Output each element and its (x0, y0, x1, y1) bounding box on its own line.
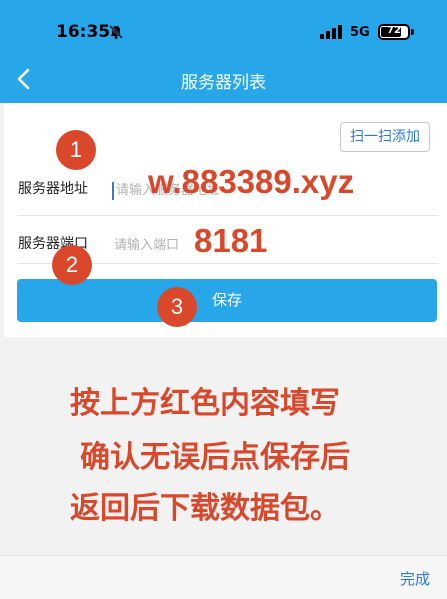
bell-off-icon (109, 25, 123, 39)
battery-tip (411, 29, 414, 35)
step-1-badge: 1 (56, 130, 96, 170)
status-time: 16:35 (56, 22, 111, 42)
page-title: 服务器列表 (181, 73, 266, 93)
app-header: 16:35 5G 72 服务器列表 (0, 0, 447, 103)
divider (18, 215, 438, 216)
status-bar: 16:35 5G 72 (0, 0, 447, 60)
signal-icon (320, 25, 342, 39)
step-2-badge: 2 (52, 245, 92, 285)
instruction-line-1: 按上方红色内容填写 (70, 386, 340, 421)
keyboard-toolbar: 完成 (0, 555, 447, 599)
battery-icon: 72 (378, 24, 410, 40)
done-button[interactable]: 完成 (400, 568, 430, 589)
instruction-line-3: 返回后下载数据包。 (70, 491, 340, 526)
scan-add-button[interactable]: 扫一扫添加 (340, 122, 430, 152)
text-cursor (112, 181, 114, 200)
server-address-label: 服务器地址 (18, 181, 88, 197)
instruction-line-2: 确认无误后点保存后 (80, 440, 350, 475)
port-value-annotation: 8181 (194, 222, 268, 259)
save-button[interactable]: 保存 (17, 279, 437, 322)
server-port-placeholder: 请输入端口 (114, 238, 180, 253)
step-3-badge: 3 (157, 287, 197, 327)
battery-level: 72 (387, 25, 401, 36)
network-type: 5G (350, 25, 370, 40)
address-value-annotation: w.883389.xyz (148, 163, 355, 200)
